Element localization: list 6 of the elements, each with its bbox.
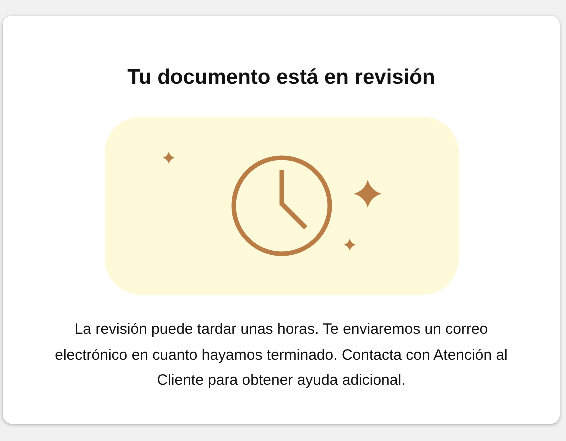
sparkle-icon bbox=[344, 239, 356, 251]
sparkle-icon bbox=[162, 152, 174, 164]
card-title: Tu documento está en revisión bbox=[128, 65, 436, 91]
sparkle-icon bbox=[354, 180, 382, 208]
review-message: La revisión puede tardar unas horas. Te enviaremos un correo electrónico en cuanto hayamos terminado. Contacta con Atención al Cliente para obtener ayuda adicional. bbox=[54, 320, 509, 391]
clock-icon bbox=[231, 156, 332, 256]
